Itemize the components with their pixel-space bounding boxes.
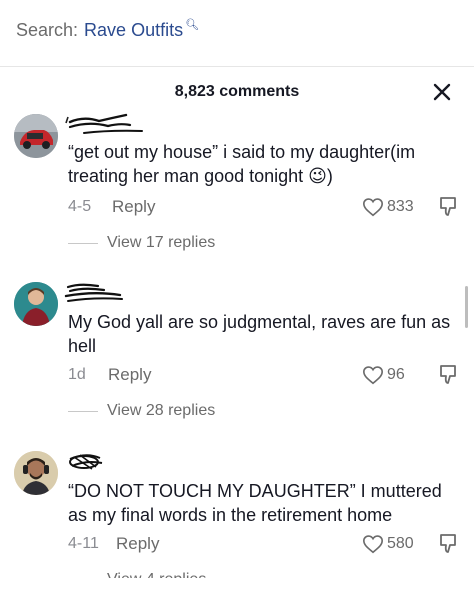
username-redacted[interactable] — [64, 112, 160, 142]
comment-item: “DO NOT TOUCH MY DAUGHTER” I muttered as… — [0, 449, 474, 594]
dislike-icon[interactable] — [438, 196, 458, 218]
view-replies-label: View 17 replies — [107, 234, 216, 251]
heart-icon[interactable] — [362, 533, 384, 555]
search-text[interactable]: Search: Rave Outfits 🔍︎ — [16, 19, 199, 41]
comment-meta: 1d Reply 96 — [68, 364, 460, 388]
comment-meta: 4-5 Reply 833 — [68, 196, 460, 220]
comment-text: My God yall are so judgmental, raves are… — [68, 312, 451, 356]
comment-text: “get out my house” i said to my daughter… — [68, 142, 416, 186]
search-label: Search: — [16, 20, 79, 40]
search-query[interactable]: Rave Outfits — [84, 20, 183, 40]
reply-button[interactable]: Reply — [116, 534, 159, 554]
like-count: 833 — [387, 198, 414, 215]
username-redacted[interactable] — [64, 280, 160, 310]
replies-divider — [68, 243, 98, 244]
avatar[interactable] — [14, 282, 58, 326]
close-icon[interactable] — [432, 82, 452, 102]
search-icon[interactable]: 🔍︎ — [185, 19, 199, 31]
person-avatar-image — [14, 451, 58, 495]
scrollbar[interactable] — [465, 286, 468, 328]
reply-button[interactable]: Reply — [108, 365, 151, 385]
like-count: 580 — [387, 535, 414, 552]
view-replies-label: View 28 replies — [107, 402, 216, 419]
comments-header: 8,823 comments — [0, 66, 474, 112]
comment-item: “get out my house” i said to my daughter… — [0, 112, 474, 262]
search-bar[interactable]: Search: Rave Outfits 🔍︎ — [0, 0, 474, 67]
like-count: 96 — [387, 366, 405, 383]
heart-icon[interactable] — [362, 364, 384, 386]
reply-button[interactable]: Reply — [112, 197, 155, 217]
heart-icon[interactable] — [362, 196, 384, 218]
comment-date: 4-5 — [68, 198, 92, 215]
comment-item: My God yall are so judgmental, raves are… — [0, 280, 474, 430]
dislike-icon[interactable] — [438, 364, 458, 386]
username-redacted[interactable] — [64, 449, 160, 479]
person-avatar-image — [14, 282, 58, 326]
comments-count: 8,823 comments — [174, 83, 300, 100]
replies-divider — [68, 411, 98, 412]
avatar[interactable] — [14, 451, 58, 495]
dislike-icon[interactable] — [438, 533, 458, 555]
comment-date: 1d — [68, 366, 86, 383]
bottom-edge — [0, 578, 474, 594]
car-avatar-image — [14, 114, 58, 158]
avatar[interactable] — [14, 114, 58, 158]
comment-date: 4-11 — [68, 535, 99, 552]
comment-meta: 4-11 Reply 580 — [68, 533, 460, 557]
comment-text: “DO NOT TOUCH MY DAUGHTER” I muttered as… — [68, 481, 442, 525]
